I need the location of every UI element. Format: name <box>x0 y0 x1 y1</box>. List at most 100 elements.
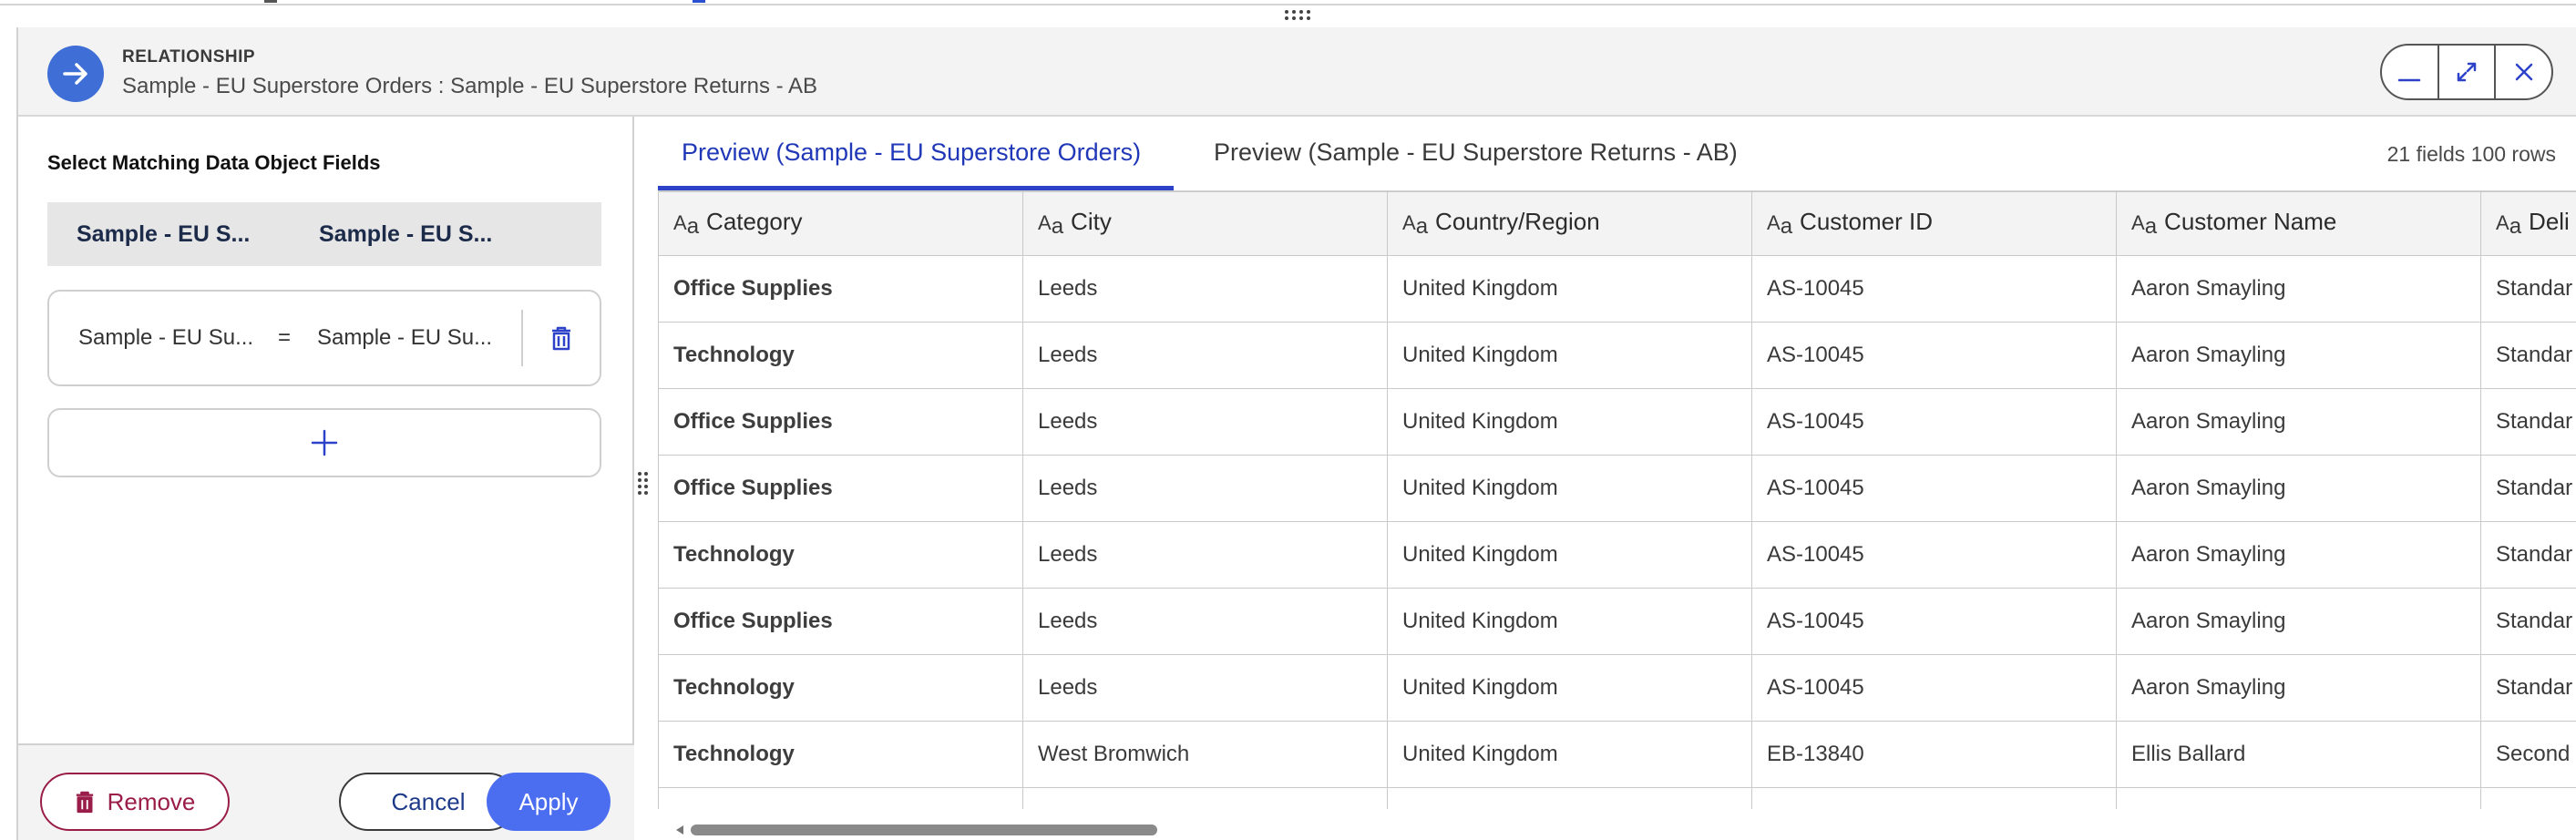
table-cell: West Bromwich <box>1022 787 1388 809</box>
table-cell: Technology <box>658 322 1023 389</box>
table-cell: Standar <box>2480 455 2576 522</box>
active-tab-indicator <box>658 186 1174 190</box>
column-header[interactable]: Aa Country/Region <box>1387 191 1752 256</box>
horizontal-scrollbar[interactable] <box>676 824 2576 836</box>
matching-column-headers: Sample - EU S... Sample - EU S... <box>47 202 601 266</box>
add-field-match-button[interactable] <box>47 408 601 477</box>
text-type-icon: Aa <box>673 211 699 239</box>
type-glyph-bottom: a <box>2144 214 2158 239</box>
delete-match-button[interactable] <box>523 325 600 351</box>
tab-preview-orders[interactable]: Preview (Sample - EU Superstore Orders) <box>682 138 1141 167</box>
text-type-icon: Aa <box>1767 211 1792 239</box>
relationship-dialog: RELATIONSHIP Sample - EU Superstore Orde… <box>16 27 2576 840</box>
left-field-select[interactable]: Sample - EU Su... <box>49 325 262 351</box>
table-cell: Leeds <box>1022 521 1388 589</box>
panel-splitter-handle[interactable] <box>638 472 649 499</box>
column-header[interactable]: Aa Deli <box>2480 191 2576 256</box>
scrollbar-thumb[interactable] <box>691 825 1157 835</box>
table-cell: Office Supplies <box>658 255 1023 323</box>
table-cell: Aaron Smayling <box>2116 654 2481 722</box>
column-header-label: Category <box>706 208 803 235</box>
table-cell: Office Supplies <box>658 588 1023 655</box>
arrow-right-circle-icon <box>47 46 104 102</box>
table-row[interactable]: Technology Leeds United Kingdom AS-10045 Aar… <box>658 654 2576 722</box>
dialog-footer: Remove Cancel Apply <box>18 743 634 840</box>
table-cell: United Kingdom <box>1387 588 1752 655</box>
column-header[interactable]: Aa Customer Name <box>2116 191 2481 256</box>
table-cell: EB-13840 <box>1751 721 2117 788</box>
table-cell: Standar <box>2480 255 2576 323</box>
table-cell: Office Supplies <box>658 388 1023 456</box>
drag-handle-icon[interactable] <box>1283 7 1312 22</box>
table-cell: United Kingdom <box>1387 455 1752 522</box>
type-glyph-top: A <box>2131 211 2145 234</box>
table-cell: Standar <box>2480 588 2576 655</box>
scroll-left-icon[interactable] <box>676 825 683 835</box>
table-cell: Technology <box>658 521 1023 589</box>
column-header[interactable]: Aa City <box>1022 191 1388 256</box>
tab-preview-returns[interactable]: Preview (Sample - EU Superstore Returns … <box>1214 138 1738 167</box>
matching-panel-title: Select Matching Data Object Fields <box>47 151 381 174</box>
table-row[interactable]: Office Supplies Leeds United Kingdom AS-100… <box>658 388 2576 456</box>
trash-icon <box>76 791 93 814</box>
table-cell: Aaron Smayling <box>2116 388 2481 456</box>
preview-panel: Preview (Sample - EU Superstore Orders) … <box>658 117 2576 840</box>
top-strip-mark <box>264 0 277 3</box>
table-cell: United Kingdom <box>1387 787 1752 809</box>
table-cell: AS-10045 <box>1751 388 2117 456</box>
apply-button[interactable]: Apply <box>487 773 611 831</box>
table-cell: EB-13840 <box>1751 787 2117 809</box>
plus-icon <box>311 429 338 456</box>
match-operator: = <box>277 325 291 350</box>
table-header-row: Aa Category Aa City Aa Country/Region Aa Custom… <box>658 191 2576 256</box>
table-cell: United Kingdom <box>1387 255 1752 323</box>
text-type-icon: Aa <box>1038 211 1063 239</box>
preview-tabs: Preview (Sample - EU Superstore Orders) … <box>658 117 2576 191</box>
table-cell: Technology <box>658 721 1023 788</box>
table-row[interactable]: Office Supplies Leeds United Kingdom AS-100… <box>658 455 2576 522</box>
table-cell: AS-10045 <box>1751 255 2117 323</box>
column-header[interactable]: Aa Customer ID <box>1751 191 2117 256</box>
top-strip-accent <box>693 0 705 3</box>
right-object-header: Sample - EU S... <box>319 220 493 247</box>
table-row[interactable]: Office Supplies Leeds United Kingdom AS-100… <box>658 588 2576 655</box>
table-cell: Standar <box>2480 388 2576 456</box>
table-row[interactable]: Technology Leeds United Kingdom AS-10045 Aar… <box>658 322 2576 389</box>
table-cell: Aaron Smayling <box>2116 322 2481 389</box>
remove-button[interactable]: Remove <box>40 773 230 831</box>
top-strip <box>0 0 2576 5</box>
type-glyph-top: A <box>673 211 687 234</box>
type-glyph-top: A <box>1038 211 1052 234</box>
table-cell: AS-10045 <box>1751 588 2117 655</box>
expand-button[interactable] <box>2439 46 2497 98</box>
close-icon <box>2515 63 2532 81</box>
table-cell: Leeds <box>1022 255 1388 323</box>
column-header[interactable]: Aa Category <box>658 191 1023 256</box>
dialog-header: RELATIONSHIP Sample - EU Superstore Orde… <box>18 27 2576 117</box>
table-cell: AS-10045 <box>1751 455 2117 522</box>
table-cell: Second <box>2480 721 2576 788</box>
table-cell: Standar <box>2480 521 2576 589</box>
table-cell: Leeds <box>1022 322 1388 389</box>
table-cell: United Kingdom <box>1387 388 1752 456</box>
table-cell: United Kingdom <box>1387 654 1752 722</box>
table-row[interactable]: Office SuppliesWest BromwichUnited Kingd… <box>658 787 2576 809</box>
table-cell: Aaron Smayling <box>2116 521 2481 589</box>
table-cell: AS-10045 <box>1751 654 2117 722</box>
text-type-icon: Aa <box>2131 211 2157 239</box>
table-row[interactable]: Technology West Bromwich United Kingdom EB-… <box>658 721 2576 788</box>
right-field-select[interactable]: Sample - EU Su... <box>306 325 521 351</box>
minimize-button[interactable] <box>2382 46 2439 98</box>
table-cell: Standar <box>2480 654 2576 722</box>
table-cell: West Bromwich <box>1022 721 1388 788</box>
table-cell: Leeds <box>1022 455 1388 522</box>
column-header-label: Deli <box>2529 208 2570 235</box>
table-cell: Office Supplies <box>658 455 1023 522</box>
table-row[interactable]: Office Supplies Leeds United Kingdom AS-100… <box>658 255 2576 323</box>
table-row[interactable]: Technology Leeds United Kingdom AS-10045 Aar… <box>658 521 2576 589</box>
column-header-label: Customer Name <box>2164 208 2337 235</box>
table-cell: Office Supplies <box>658 787 1023 809</box>
close-button[interactable] <box>2496 46 2551 98</box>
table-cell: United Kingdom <box>1387 521 1752 589</box>
field-match-row[interactable]: Sample - EU Su... = Sample - EU Su... <box>47 290 601 386</box>
